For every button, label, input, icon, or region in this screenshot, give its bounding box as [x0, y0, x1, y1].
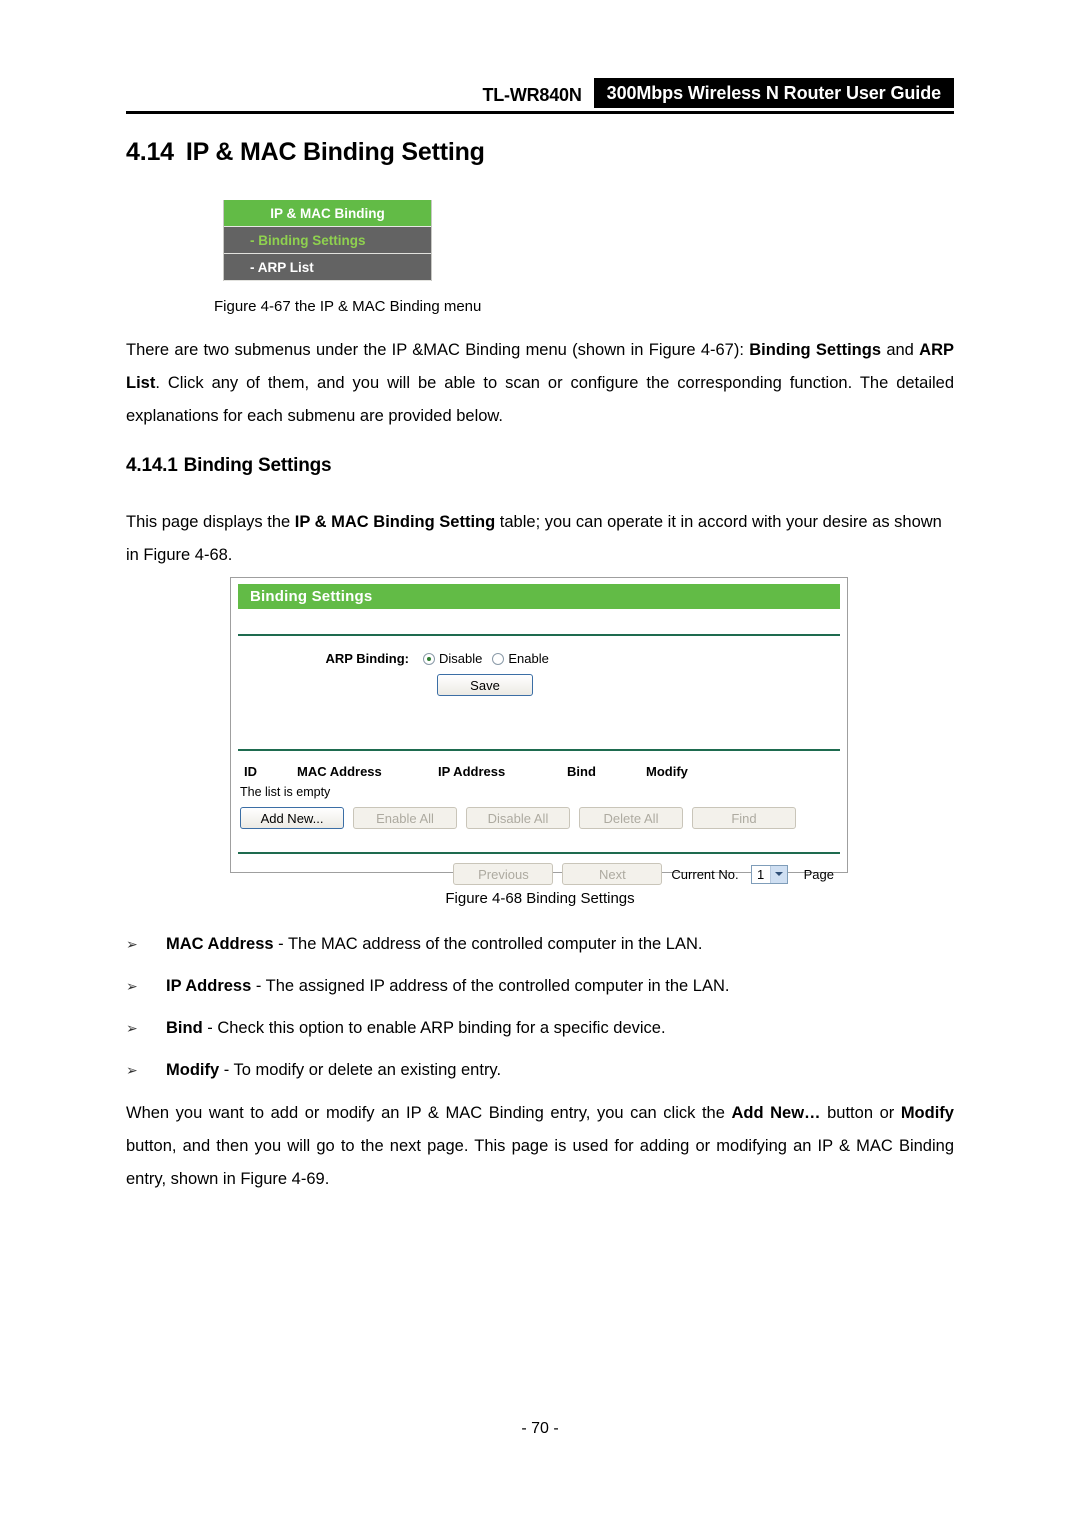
column-header-ip-address: IP Address [438, 764, 506, 779]
paragraph-submenus: There are two submenus under the IP &MAC… [126, 334, 954, 433]
para3-part2: button or [820, 1104, 901, 1122]
para3-part3: button, and then you will go to the next… [126, 1137, 954, 1188]
save-row-spacer [238, 674, 437, 696]
current-page-value: 1 [757, 866, 765, 882]
arp-binding-row: ARP Binding: Disable Enable [238, 636, 840, 666]
current-page-select[interactable]: 1 [750, 864, 788, 884]
column-header-bind: Bind [567, 764, 596, 779]
menu-item-arp-list[interactable]: - ARP List [224, 254, 431, 281]
para2-bold1: IP & MAC Binding Setting [294, 513, 496, 531]
bullet-arrow-icon: ➢ [126, 936, 138, 952]
column-header-modify: Modify [646, 764, 688, 779]
bullet-arrow-icon: ➢ [126, 978, 138, 994]
binding-table-header: ID MAC Address IP Address Bind Modify [238, 751, 840, 779]
enable-all-button[interactable]: Enable All [353, 807, 457, 829]
para3-part1: When you want to add or modify an IP & M… [126, 1104, 732, 1122]
arp-binding-radio-group: Disable Enable [423, 651, 549, 666]
radio-disable-label: Disable [439, 651, 483, 666]
header-title: 300Mbps Wireless N Router User Guide [593, 78, 954, 108]
para1-part2: and [881, 341, 920, 359]
bullet-modify-text: Modify - To modify or delete an existing… [166, 1058, 954, 1082]
para1-part1: There are two submenus under the IP &MAC… [126, 341, 750, 359]
subsection-heading: 4.14.1 Binding Settings [126, 455, 332, 477]
find-button[interactable]: Find [692, 807, 796, 829]
paragraph-add-modify: When you want to add or modify an IP & M… [126, 1097, 954, 1196]
arp-binding-label: ARP Binding: [325, 651, 409, 666]
bullet-term-ip-address: IP Address [166, 977, 252, 995]
para3-bold1: Add New… [731, 1104, 821, 1122]
binding-settings-panel: Binding Settings ARP Binding: Disable En… [230, 577, 848, 885]
chevron-down-icon[interactable] [769, 865, 787, 883]
bullet-term-bind: Bind [166, 1019, 203, 1037]
disable-all-button[interactable]: Disable All [466, 807, 570, 829]
menu-item-binding-settings[interactable]: - Binding Settings [224, 227, 431, 254]
radio-option-enable[interactable]: Enable [492, 651, 549, 666]
bullet-arrow-icon: ➢ [126, 1062, 138, 1078]
figure-4-67-caption: Figure 4-67 the IP & MAC Binding menu [214, 298, 482, 315]
previous-button[interactable]: Previous [453, 863, 554, 885]
bullet-mac-address-text: MAC Address - The MAC address of the con… [166, 932, 954, 956]
bullet-bind-text: Bind - Check this option to enable ARP b… [166, 1016, 954, 1040]
bullet-dash-3: - [219, 1061, 234, 1079]
pagination-row: Previous Next Current No. 1 Page [238, 854, 840, 885]
next-button[interactable]: Next [562, 863, 663, 885]
radio-disable-icon[interactable] [423, 652, 435, 665]
bullet-term-mac-address: MAC Address [166, 935, 274, 953]
bullet-ip-address: ➢ IP Address - The assigned IP address o… [126, 974, 954, 998]
save-row: Save [238, 666, 840, 696]
radio-option-disable[interactable]: Disable [423, 651, 482, 666]
ip-mac-binding-menu-figure: IP & MAC Binding - Binding Settings - AR… [223, 200, 432, 281]
bullet-dash-2: - [202, 1019, 218, 1037]
paragraph-this-page-displays: This page displays the IP & MAC Binding … [126, 506, 954, 572]
bullet-bind: ➢ Bind - Check this option to enable ARP… [126, 1016, 954, 1040]
column-header-id: ID [244, 764, 257, 779]
bullet-desc-bind: Check this option to enable ARP binding … [217, 1019, 666, 1037]
empty-list-message: The list is empty [240, 785, 331, 799]
column-header-mac-address: MAC Address [297, 764, 382, 779]
para1-bold1: Binding Settings [749, 341, 882, 359]
add-new-button[interactable]: Add New... [240, 807, 344, 829]
figure-4-68-caption: Figure 4-68 Binding Settings [445, 890, 635, 907]
current-no-label: Current No. [671, 866, 739, 882]
bullet-term-modify: Modify [166, 1061, 220, 1079]
delete-all-button[interactable]: Delete All [579, 807, 683, 829]
section-title: IP & MAC Binding Setting [185, 138, 485, 166]
bullet-desc-modify: To modify or delete an existing entry. [233, 1061, 502, 1079]
menu-item-ip-mac-binding[interactable]: IP & MAC Binding [224, 200, 431, 227]
bullet-desc-ip-address: The assigned IP address of the controlle… [265, 977, 730, 995]
subsection-title: Binding Settings [183, 455, 332, 476]
page-number: - 70 - [521, 1420, 559, 1437]
subsection-number: 4.14.1 [126, 455, 178, 476]
bullet-ip-address-text: IP Address - The assigned IP address of … [166, 974, 954, 998]
page-label: Page [803, 866, 834, 882]
section-heading: 4.14 IP & MAC Binding Setting [126, 138, 485, 167]
bullet-dash-1: - [251, 977, 266, 995]
para3-bold2: Modify [900, 1104, 954, 1122]
document-header: TL-WR840N 300Mbps Wireless N Router User… [126, 78, 954, 114]
bullet-desc-mac-address: The MAC address of the controlled comput… [287, 935, 703, 953]
header-rule [126, 111, 954, 114]
panel-title: Binding Settings [238, 584, 840, 609]
table-action-buttons: Add New... Enable All Disable All Delete… [238, 799, 840, 829]
bullet-arrow-icon: ➢ [126, 1020, 138, 1036]
header-model: TL-WR840N [482, 85, 582, 105]
radio-enable-label: Enable [508, 651, 549, 666]
para2-part1: This page displays the [126, 513, 295, 531]
radio-enable-icon[interactable] [492, 652, 505, 665]
para1-part3: . Click any of them, and you will be abl… [126, 374, 954, 425]
bullet-mac-address: ➢ MAC Address - The MAC address of the c… [126, 932, 954, 956]
save-button[interactable]: Save [437, 674, 533, 696]
bullet-dash-0: - [273, 935, 288, 953]
bullet-modify: ➢ Modify - To modify or delete an existi… [126, 1058, 954, 1082]
section-number: 4.14 [126, 138, 174, 166]
